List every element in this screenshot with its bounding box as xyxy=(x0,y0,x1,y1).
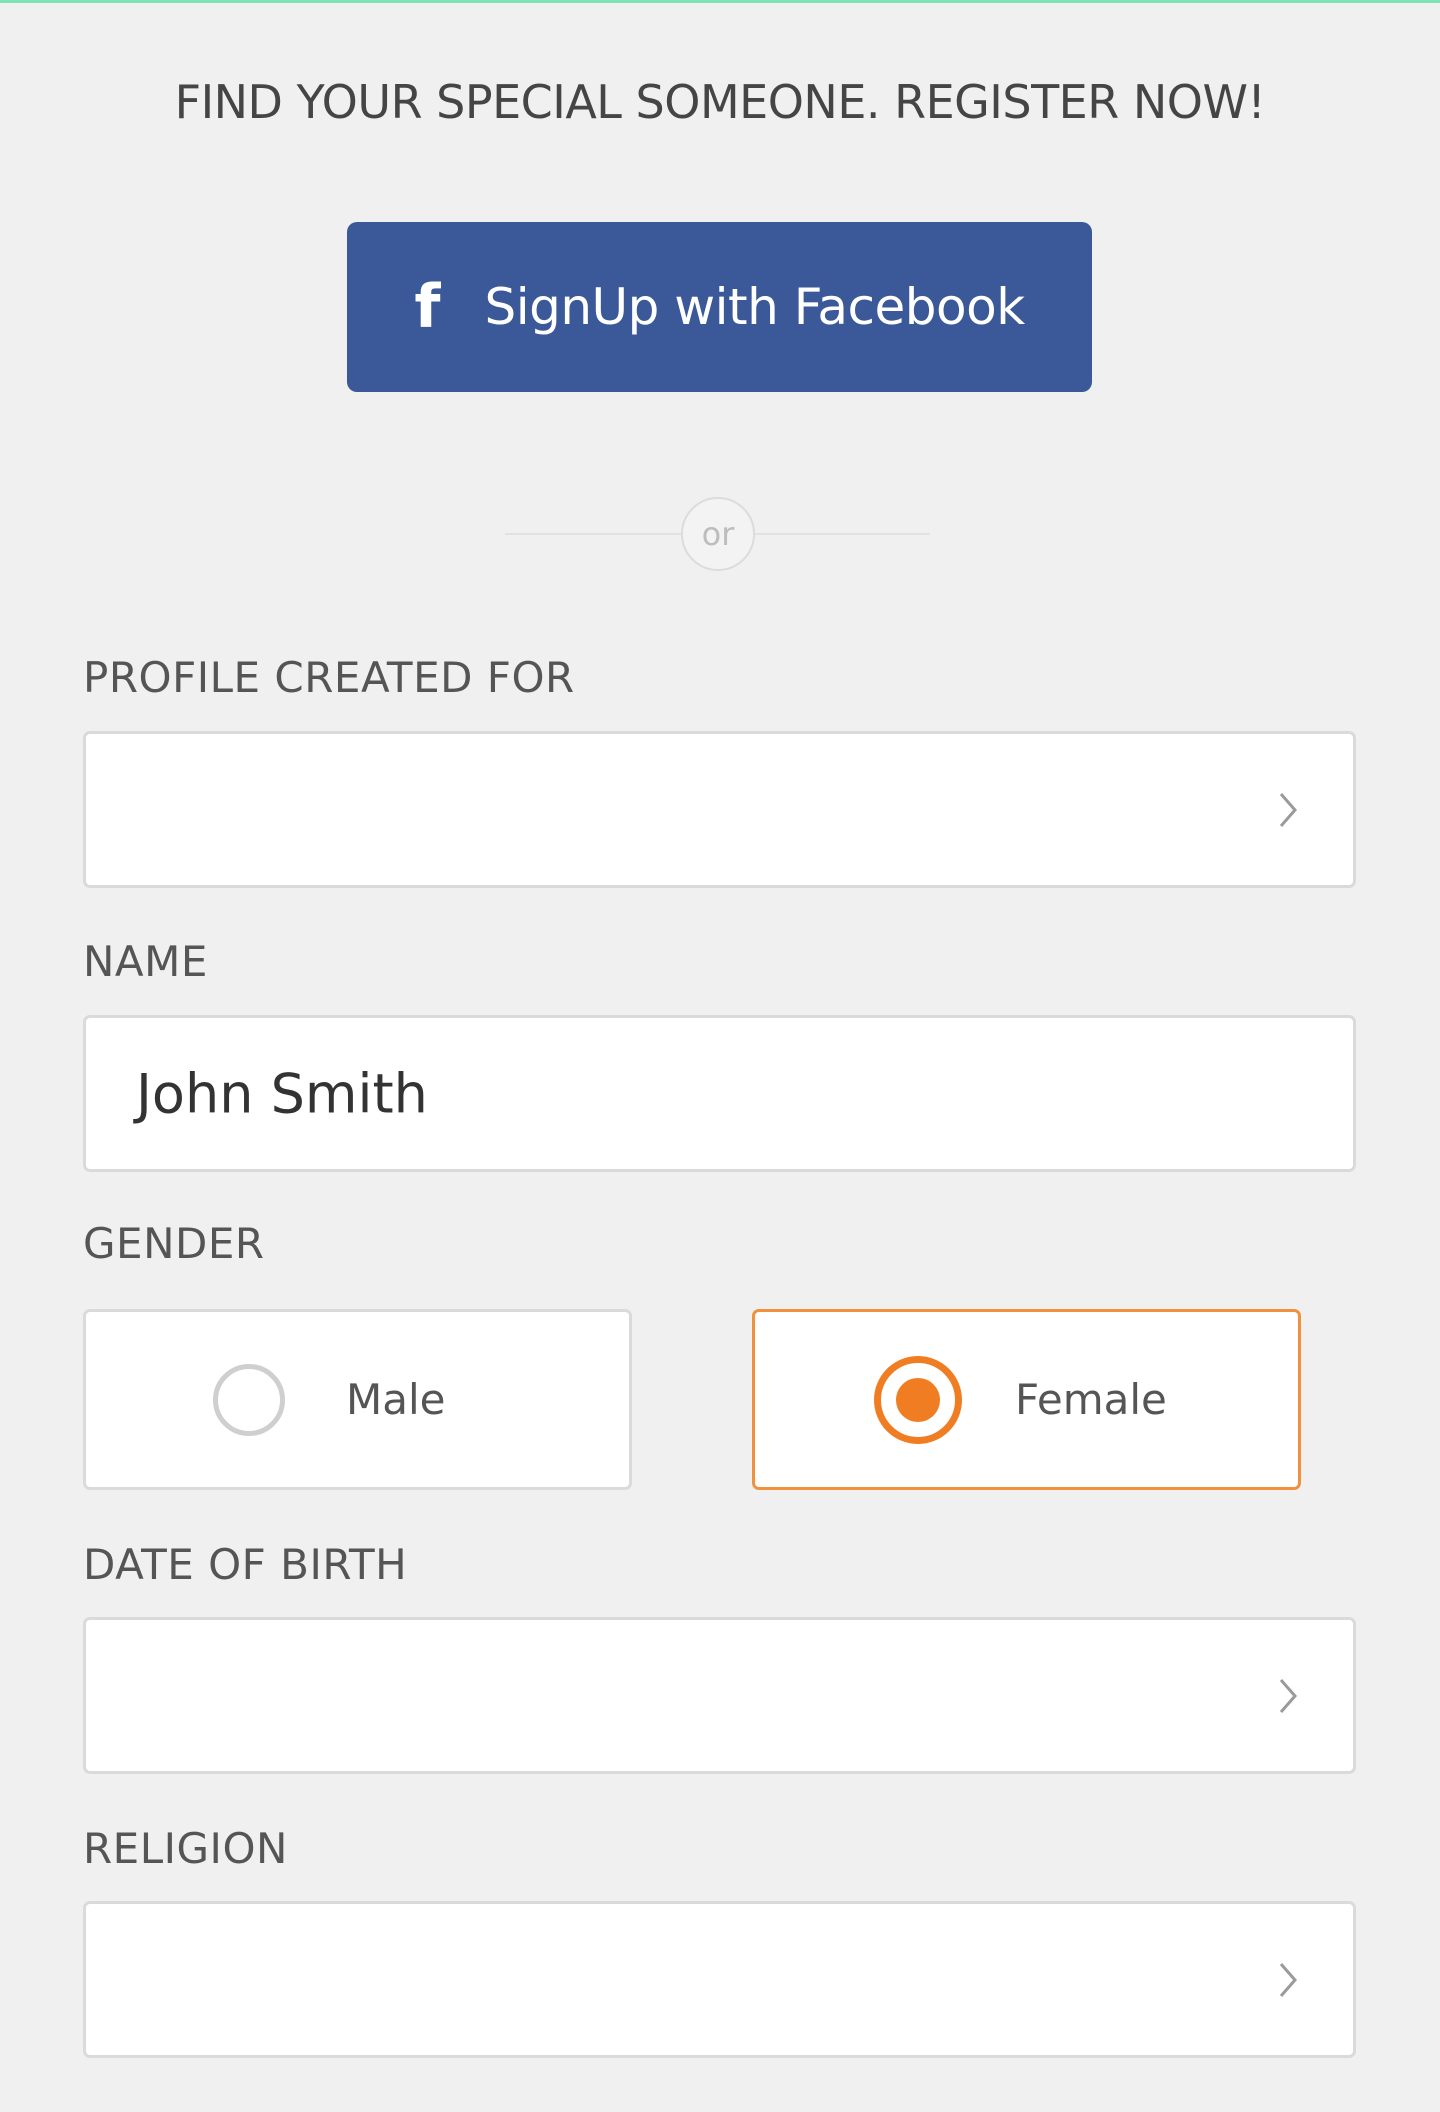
registration-page: FIND YOUR SPECIAL SOMEONE. REGISTER NOW!… xyxy=(0,0,1440,2112)
religion-label: RELIGION xyxy=(83,1824,288,1873)
date-of-birth-label: DATE OF BIRTH xyxy=(83,1540,408,1589)
profile-created-for-label: PROFILE CREATED FOR xyxy=(83,653,575,702)
religion-select[interactable] xyxy=(83,1901,1356,2058)
page-title: FIND YOUR SPECIAL SOMEONE. REGISTER NOW! xyxy=(174,75,1266,129)
gender-option-female[interactable]: Female xyxy=(752,1309,1301,1490)
facebook-signup-button[interactable]: f SignUp with Facebook xyxy=(347,222,1092,392)
or-divider: or xyxy=(681,497,755,571)
name-label: NAME xyxy=(83,937,208,986)
chevron-right-icon xyxy=(1279,1962,1297,1997)
radio-dot xyxy=(896,1377,940,1422)
date-of-birth-select[interactable] xyxy=(83,1617,1356,1774)
profile-created-for-select[interactable] xyxy=(83,731,1356,888)
radio-unchecked-icon xyxy=(213,1363,285,1436)
name-value: John Smith xyxy=(136,1062,428,1125)
name-input[interactable]: John Smith xyxy=(83,1015,1356,1172)
gender-option-male[interactable]: Male xyxy=(83,1309,632,1490)
facebook-f-icon: f xyxy=(414,272,441,342)
gender-label: GENDER xyxy=(83,1219,265,1268)
gender-male-label: Male xyxy=(346,1375,446,1424)
chevron-right-icon xyxy=(1279,1678,1297,1713)
gender-female-label: Female xyxy=(1015,1375,1167,1424)
chevron-right-icon xyxy=(1279,792,1297,827)
radio-checked-icon xyxy=(874,1355,962,1444)
facebook-signup-label: SignUp with Facebook xyxy=(484,278,1025,336)
